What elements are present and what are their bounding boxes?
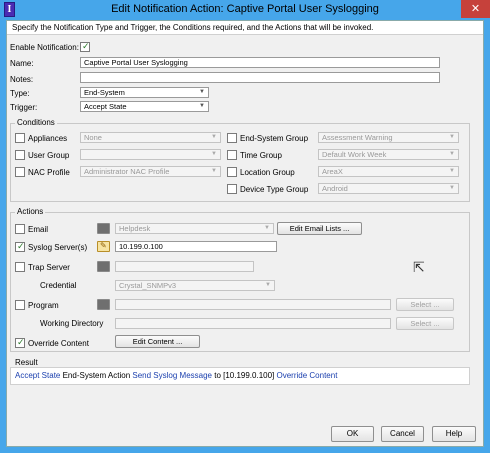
conditions-title: Conditions (15, 118, 57, 127)
mouse-cursor-icon: ⇱ (413, 259, 425, 275)
trigger-select[interactable]: Accept State ▼ (80, 101, 209, 112)
chevron-down-icon: ▼ (449, 151, 455, 157)
result-text: Accept State End-System Action Send Sysl… (15, 371, 337, 380)
enable-notification-checkbox[interactable] (80, 41, 90, 52)
notes-input[interactable] (80, 72, 440, 83)
trigger-select-value: Accept State (84, 102, 127, 111)
type-label: Type: (10, 89, 30, 98)
location-group-checkbox[interactable] (227, 167, 237, 177)
credential-select[interactable]: Crystal_SNMPv3 ▼ (115, 280, 275, 291)
edit-content-button[interactable]: Edit Content ... (115, 335, 200, 348)
program-label: Program (28, 301, 59, 310)
email-icon[interactable] (97, 223, 110, 234)
chevron-down-icon: ▼ (449, 168, 455, 174)
edit-icon[interactable] (97, 241, 110, 252)
chevron-down-icon: ▼ (449, 134, 455, 140)
end-system-group-select-value: Assessment Warning (322, 133, 393, 142)
end-system-group-select[interactable]: Assessment Warning ▼ (318, 132, 459, 143)
working-directory-select-button[interactable]: Select ... (396, 317, 454, 330)
ok-button[interactable]: OK (331, 426, 374, 442)
chevron-down-icon: ▼ (211, 134, 217, 140)
device-type-group-checkbox[interactable] (227, 184, 237, 194)
result-title: Result (15, 358, 38, 367)
user-group-checkbox[interactable] (15, 150, 25, 160)
result-action-link[interactable]: Send Syslog Message (132, 371, 212, 380)
credential-label: Credential (40, 281, 77, 290)
working-directory-input[interactable] (115, 318, 391, 329)
chevron-down-icon: ▼ (199, 89, 205, 95)
end-system-group-label: End-System Group (240, 134, 309, 143)
time-group-checkbox[interactable] (227, 150, 237, 160)
email-checkbox[interactable] (15, 224, 25, 234)
program-input[interactable] (115, 299, 391, 310)
device-type-group-select-value: Android (322, 184, 348, 193)
location-group-select[interactable]: AreaX ▼ (318, 166, 459, 177)
syslog-server-checkbox[interactable] (15, 241, 25, 252)
appliances-select[interactable]: None ▼ (80, 132, 221, 143)
email-label: Email (28, 225, 49, 234)
program-select-button[interactable]: Select ... (396, 298, 454, 311)
credential-select-value: Crystal_SNMPv3 (119, 281, 177, 290)
appliances-checkbox[interactable] (15, 133, 25, 143)
type-select-value: End-System (84, 88, 125, 97)
nac-profile-label: NAC Profile (28, 168, 70, 177)
trap-server-input[interactable] (115, 261, 254, 272)
actions-title: Actions (15, 207, 46, 216)
appliances-label: Appliances (28, 134, 68, 143)
email-list-select[interactable]: Helpdesk ▼ (115, 223, 274, 234)
title-bar[interactable]: I Edit Notification Action: Captive Port… (0, 0, 490, 20)
notes-label: Notes: (10, 75, 34, 84)
close-icon: ✕ (470, 3, 481, 15)
enable-notification-label: Enable Notification: (10, 43, 79, 52)
program-icon[interactable] (97, 299, 110, 310)
nac-profile-select-value: Administrator NAC Profile (84, 167, 170, 176)
end-system-group-checkbox[interactable] (227, 133, 237, 143)
syslog-server-label: Syslog Server(s) (28, 243, 88, 252)
name-label: Name: (10, 59, 34, 68)
chevron-down-icon: ▼ (265, 282, 271, 288)
trigger-label: Trigger: (10, 103, 38, 112)
program-checkbox[interactable] (15, 300, 25, 310)
syslog-server-input[interactable]: 10.199.0.100 (115, 241, 277, 252)
trap-server-icon[interactable] (97, 261, 110, 272)
chevron-down-icon: ▼ (211, 151, 217, 157)
appliances-select-value: None (84, 133, 102, 142)
location-group-select-value: AreaX (322, 167, 343, 176)
nac-profile-checkbox[interactable] (15, 167, 25, 177)
name-input[interactable]: Captive Portal User Syslogging (80, 57, 440, 68)
close-button[interactable]: ✕ (461, 0, 490, 18)
email-list-select-value: Helpdesk (119, 224, 151, 233)
override-content-label: Override Content (28, 339, 89, 348)
window-title: Edit Notification Action: Captive Portal… (111, 3, 379, 15)
result-override-link[interactable]: Override Content (277, 371, 338, 380)
chevron-down-icon: ▼ (211, 168, 217, 174)
user-group-select[interactable]: ▼ (80, 149, 221, 160)
working-directory-label: Working Directory (40, 319, 104, 328)
location-group-label: Location Group (240, 168, 295, 177)
chevron-down-icon: ▼ (264, 225, 270, 231)
result-trigger-link[interactable]: Accept State (15, 371, 60, 380)
time-group-label: Time Group (240, 151, 282, 160)
dialog-description: Specify the Notification Type and Trigge… (12, 23, 374, 32)
trap-server-checkbox[interactable] (15, 262, 25, 272)
type-select[interactable]: End-System ▼ (80, 87, 209, 98)
edit-email-lists-button[interactable]: Edit Email Lists ... (277, 222, 362, 235)
chevron-down-icon: ▼ (199, 103, 205, 109)
user-group-label: User Group (28, 151, 70, 160)
chevron-down-icon: ▼ (449, 185, 455, 191)
time-group-select[interactable]: Default Work Week ▼ (318, 149, 459, 160)
device-type-group-label: Device Type Group (240, 185, 309, 194)
cancel-button[interactable]: Cancel (381, 426, 424, 442)
override-content-checkbox[interactable] (15, 337, 25, 348)
help-button[interactable]: Help (432, 426, 476, 442)
result-text-part: End-System Action (60, 371, 133, 380)
result-text-part: to [10.199.0.100] (212, 371, 277, 380)
device-type-group-select[interactable]: Android ▼ (318, 183, 459, 194)
trap-server-label: Trap Server (28, 263, 70, 272)
time-group-select-value: Default Work Week (322, 150, 387, 159)
nac-profile-select[interactable]: Administrator NAC Profile ▼ (80, 166, 221, 177)
